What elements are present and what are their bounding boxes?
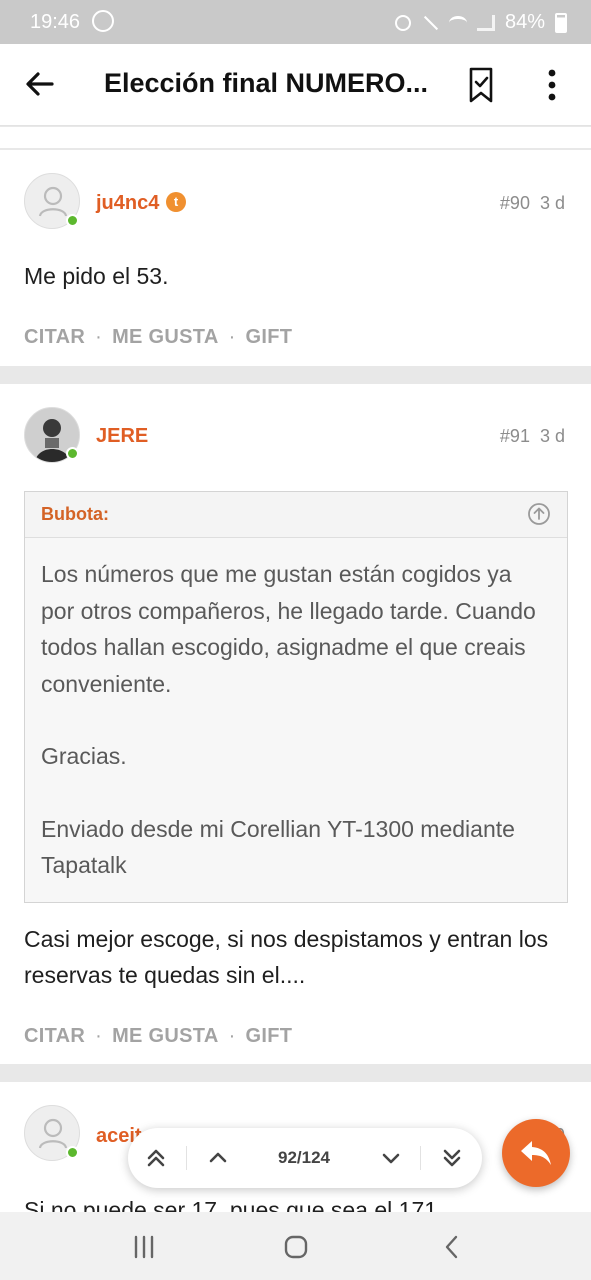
recent-apps-icon[interactable]: [129, 1232, 159, 1262]
system-navigation-bar: [0, 1212, 591, 1280]
post-number[interactable]: #91: [500, 426, 530, 446]
reply-icon: [521, 1141, 551, 1165]
signal-icon: [476, 14, 495, 31]
quote-body: Los números que me gustan están cogidos …: [25, 538, 567, 900]
alarm-icon: [394, 14, 411, 31]
divider: [186, 1146, 187, 1170]
previous-page-icon[interactable]: [200, 1140, 236, 1176]
go-to-quoted-post-icon[interactable]: [527, 502, 551, 526]
quote-block: Bubota: Los números que me gustan están …: [24, 491, 568, 903]
post-body: Si no puede ser 17, pues que sea el 171: [24, 1197, 438, 1212]
back-arrow-icon[interactable]: [22, 66, 58, 102]
post-age: 3 d: [539, 426, 565, 446]
status-time: 19:46: [30, 11, 81, 33]
gift-button[interactable]: GIFT: [246, 326, 293, 348]
post-actions: CITAR · ME GUSTA · GIFT: [24, 1025, 292, 1048]
quote-button[interactable]: CITAR: [24, 326, 85, 348]
post-actions: CITAR · ME GUSTA · GIFT: [24, 326, 292, 349]
online-indicator: [66, 1146, 79, 1159]
battery-icon: [555, 12, 567, 33]
quote-paragraph: Gracias.: [41, 743, 127, 769]
post-body: Casi mejor escoge, si nos despistamos y …: [24, 926, 549, 988]
separator: ·: [228, 326, 236, 348]
like-button[interactable]: ME GUSTA: [112, 1025, 218, 1047]
thread-title: Elección final NUMERO...: [104, 68, 429, 98]
divider: [420, 1146, 421, 1170]
last-page-icon[interactable]: [434, 1140, 470, 1176]
status-icons: 84%: [394, 11, 567, 34]
bookmark-icon[interactable]: [466, 66, 496, 104]
wifi-icon: [448, 15, 467, 30]
post-91: JERE #91 3 d Bubota: Los números que me g…: [0, 384, 591, 1064]
page-indicator[interactable]: 92/124: [256, 1148, 352, 1168]
post-meta: #91 3 d: [500, 426, 565, 447]
post-body: Me pido el 53.: [24, 263, 169, 289]
more-options-icon[interactable]: [538, 66, 566, 104]
post-number[interactable]: #90: [500, 193, 530, 213]
mute-icon: [421, 14, 439, 32]
home-icon[interactable]: [281, 1232, 311, 1262]
post-meta: #90 3 d: [500, 193, 565, 214]
system-back-icon[interactable]: [437, 1232, 467, 1262]
next-page-icon[interactable]: [373, 1140, 409, 1176]
online-indicator: [66, 447, 79, 460]
post-age: 3 d: [539, 193, 565, 213]
quote-button[interactable]: CITAR: [24, 1025, 85, 1047]
first-page-icon[interactable]: [138, 1140, 174, 1176]
app-bar: Elección final NUMERO...: [0, 44, 591, 126]
status-bar: 19:46 84%: [0, 0, 591, 44]
separator: ·: [228, 1025, 236, 1047]
online-indicator: [66, 214, 79, 227]
quote-paragraph: Los números que me gustan están cogidos …: [41, 561, 536, 697]
username[interactable]: ju4nc4: [96, 192, 159, 215]
post-tail: [0, 127, 591, 148]
page-navigator: 92/124: [128, 1128, 482, 1188]
post-90: ju4nc4 t #90 3 d Me pido el 53. CITAR · ME …: [0, 150, 591, 366]
like-button[interactable]: ME GUSTA: [112, 326, 218, 348]
quote-paragraph: Enviado desde mi Corellian YT-1300 media…: [41, 815, 515, 879]
user-badge-icon: t: [166, 192, 186, 212]
whatsapp-notification-icon: [92, 10, 114, 32]
battery-level: 84%: [504, 11, 545, 33]
quote-author[interactable]: Bubota:: [41, 504, 109, 525]
reply-button[interactable]: [502, 1119, 570, 1187]
separator: ·: [95, 1025, 103, 1047]
quote-header: Bubota:: [25, 492, 567, 538]
gift-button[interactable]: GIFT: [246, 1025, 293, 1047]
separator: ·: [95, 326, 103, 348]
username[interactable]: JERE: [96, 425, 148, 448]
